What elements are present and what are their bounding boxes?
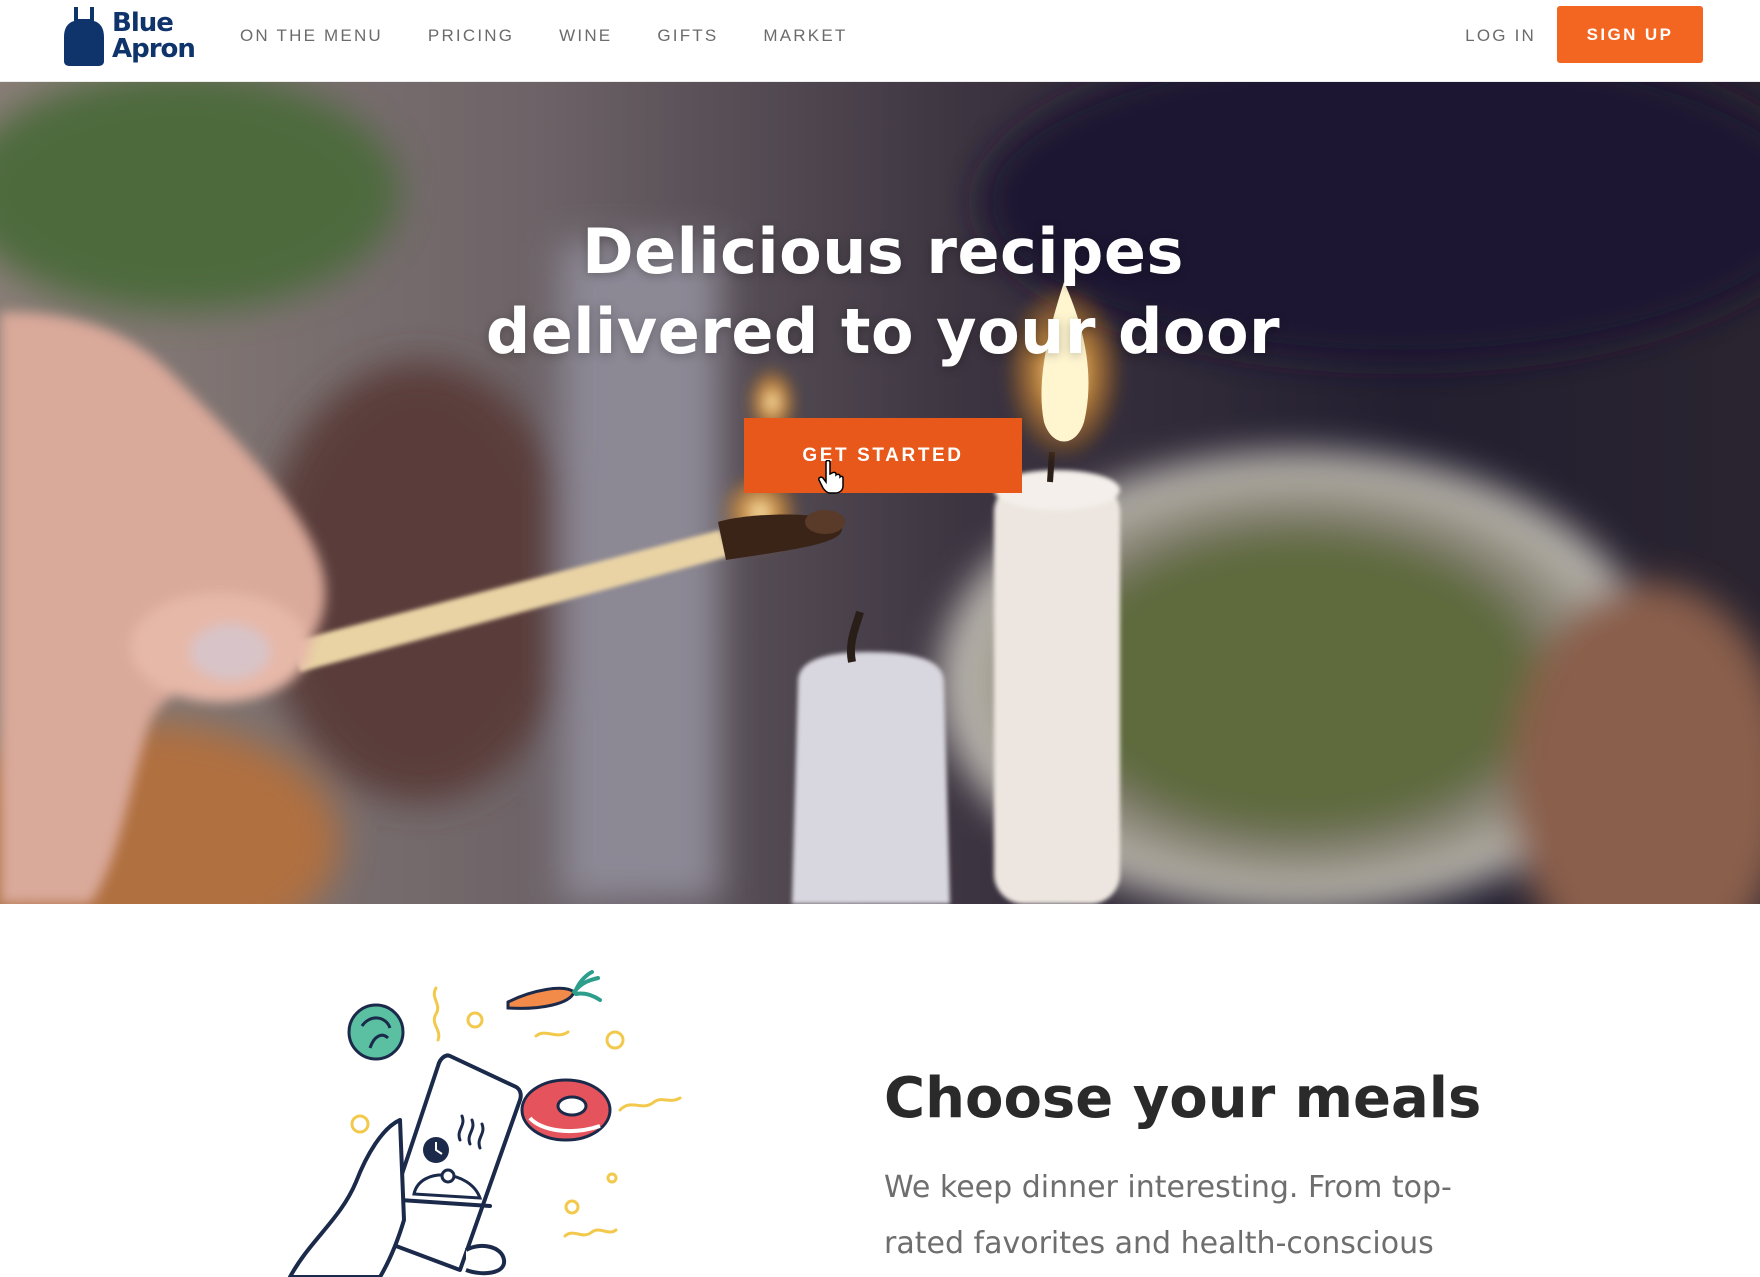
hero-heading-line-2: delivered to your door (485, 295, 1281, 368)
get-started-button[interactable]: GET STARTED (744, 418, 1022, 493)
hero-heading: Delicious recipes delivered to your door (0, 212, 1760, 372)
nav-item-pricing[interactable]: PRICING (428, 24, 514, 48)
feature-description: We keep dinner interesting. From top-rat… (884, 1170, 1452, 1261)
signup-button[interactable]: SIGN UP (1557, 6, 1703, 63)
nav-item-gifts[interactable]: GIFTS (657, 24, 718, 48)
hero-heading-line-1: Delicious recipes (582, 215, 1184, 288)
main-nav: ON THE MENU PRICING WINE GIFTS MARKET (240, 24, 847, 48)
blue-apron-logo[interactable]: Blue Apron (62, 4, 202, 68)
nav-item-on-the-menu[interactable]: ON THE MENU (240, 24, 383, 48)
logo-line-1: Blue (112, 8, 174, 38)
phone-meal-illustration (288, 970, 682, 1277)
logo-line-2: Apron (112, 34, 196, 64)
feature-choose-meals: Choose your meals We keep dinner interes… (0, 904, 1760, 1277)
nav-item-market[interactable]: MARKET (763, 24, 847, 48)
hand-pointer-icon (818, 460, 844, 494)
logo-wordmark: Blue Apron (112, 8, 196, 64)
hero-background-image (0, 82, 1760, 904)
hero-section: Delicious recipes delivered to your door… (0, 82, 1760, 904)
site-header: Blue Apron ON THE MENU PRICING WINE GIFT… (0, 0, 1760, 82)
login-link[interactable]: LOG IN (1465, 24, 1536, 48)
apron-icon (64, 7, 104, 66)
feature-title: Choose your meals (884, 1066, 1482, 1131)
nav-item-wine[interactable]: WINE (559, 24, 612, 48)
